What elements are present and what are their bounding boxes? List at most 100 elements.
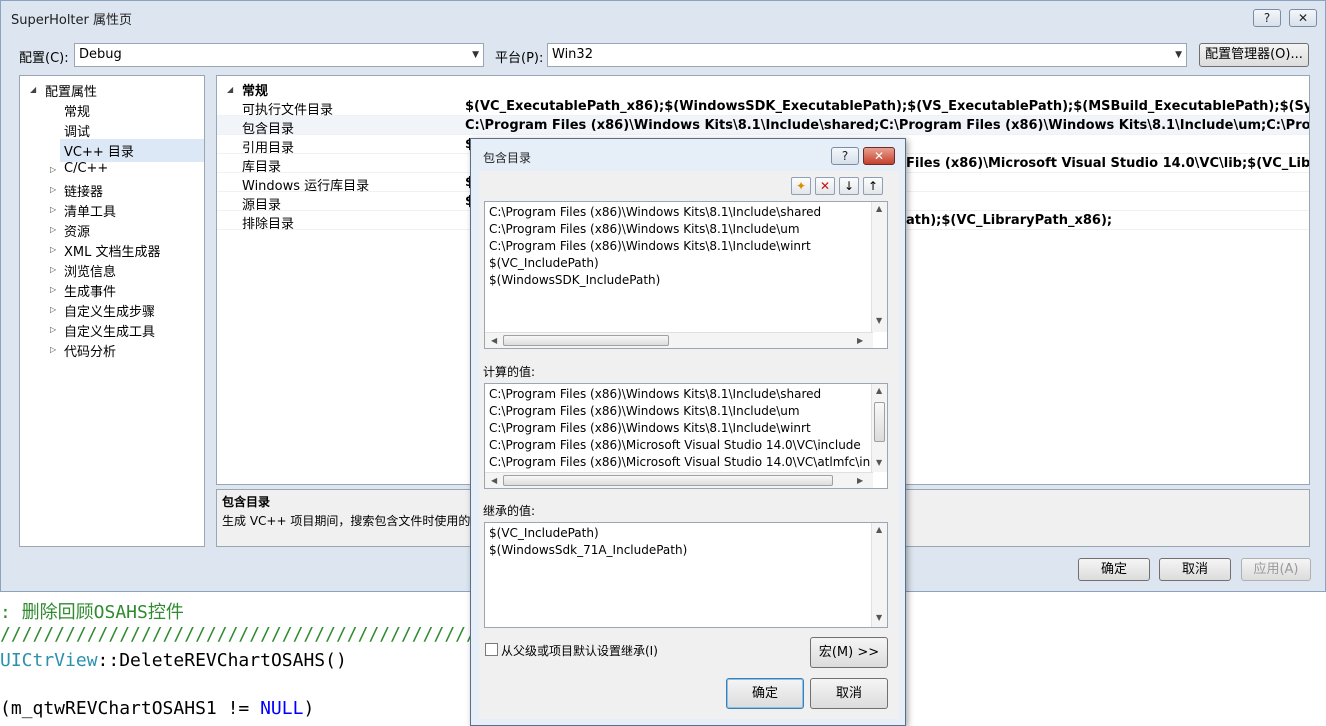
computed-label: 计算的值: [483, 365, 536, 379]
scroll-left-icon[interactable]: ◀ [491, 476, 497, 485]
code-function-name: ::DeleteREVChartOSAHS() [97, 650, 347, 671]
collapsed-triangle-icon[interactable]: ▷ [50, 225, 56, 234]
move-down-icon[interactable]: ↓ [839, 177, 859, 195]
expanded-triangle-icon[interactable]: ◢ [30, 85, 36, 94]
inherit-checkbox[interactable] [485, 643, 498, 656]
dialog-title: 包含目录 [483, 151, 532, 165]
scroll-down-icon[interactable]: ▼ [876, 613, 882, 622]
scroll-down-icon[interactable]: ▼ [876, 458, 882, 467]
include-dir-dialog: 包含目录 ? ✕ ✦ ✕ ↓ ↑ C:\Program Files (x86)\… [470, 138, 906, 726]
computed-entry: C:\Program Files (x86)\Microsoft Visual … [489, 438, 861, 452]
chevron-down-icon: ▼ [1175, 50, 1182, 60]
collapsed-triangle-icon[interactable]: ▷ [50, 305, 56, 314]
platform-value: Win32 [552, 47, 593, 62]
tree-root[interactable]: 配置属性 [45, 81, 97, 100]
platform-combo[interactable]: Win32 ▼ [547, 43, 1187, 67]
tree-item-general[interactable]: 常规 [64, 101, 90, 120]
scroll-up-icon[interactable]: ▲ [876, 204, 882, 213]
dialog-body: ✦ ✕ ↓ ↑ C:\Program Files (x86)\Windows K… [479, 171, 899, 719]
inherit-checkbox-label[interactable]: 从父级或项目默认设置继承(I) [501, 642, 658, 659]
grid-row-value: ath);$(VC_LibraryPath_x86); [906, 213, 1113, 228]
inherited-values: $(VC_IncludePath) $(WindowsSdk_71A_Inclu… [484, 522, 888, 628]
description-text: 生成 VC++ 项目期间，搜索包含文件时使用的路 [222, 514, 483, 528]
collapsed-triangle-icon[interactable]: ▷ [50, 265, 56, 274]
collapsed-triangle-icon[interactable]: ▷ [50, 245, 56, 254]
close-button[interactable]: ✕ [1289, 9, 1317, 27]
grid-row-value: C:\Program Files (x86)\Windows Kits\8.1\… [465, 118, 1310, 133]
grid-row-value: $(VC_ExecutablePath_x86);$(WindowsSDK_Ex… [465, 99, 1309, 114]
dialog-close-button[interactable]: ✕ [863, 147, 895, 165]
collapsed-triangle-icon[interactable]: ▷ [50, 205, 56, 214]
config-manager-button[interactable]: 配置管理器(O)... [1199, 43, 1309, 67]
code-condition-text: (m_qtwREVChartOSAHS1 != [0, 698, 261, 719]
expanded-triangle-icon[interactable]: ◢ [227, 85, 233, 94]
move-up-icon[interactable]: ↑ [863, 177, 883, 195]
cancel-button[interactable]: 取消 [1159, 558, 1231, 581]
delete-icon[interactable]: ✕ [815, 177, 835, 195]
apply-button[interactable]: 应用(A) [1241, 558, 1311, 581]
code-slash-line: ////////////////////////////////////////… [0, 624, 521, 645]
collapsed-triangle-icon[interactable]: ▷ [50, 165, 56, 174]
scroll-thumb[interactable] [503, 475, 833, 486]
computed-entry: C:\Program Files (x86)\Windows Kits\8.1\… [489, 404, 800, 418]
scroll-left-icon[interactable]: ◀ [491, 336, 497, 345]
vertical-scrollbar[interactable]: ▲ ▼ [871, 523, 887, 627]
scroll-right-icon[interactable]: ▶ [857, 336, 863, 345]
dialog-help-button[interactable]: ? [831, 147, 859, 165]
include-entry[interactable]: C:\Program Files (x86)\Windows Kits\8.1\… [489, 205, 821, 219]
tree-item-browse[interactable]: 浏览信息 [64, 261, 116, 280]
scroll-up-icon[interactable]: ▲ [876, 525, 882, 534]
tree-item-resources[interactable]: 资源 [64, 221, 90, 240]
tree-item-xml-doc[interactable]: XML 文档生成器 [64, 241, 161, 260]
scroll-down-icon[interactable]: ▼ [876, 316, 882, 325]
tree-item-cpp[interactable]: C/C++ [64, 161, 108, 176]
inherited-entry: $(WindowsSdk_71A_IncludePath) [489, 543, 688, 557]
description-title: 包含目录 [222, 495, 271, 509]
include-entry[interactable]: C:\Program Files (x86)\Windows Kits\8.1\… [489, 239, 811, 253]
ok-button[interactable]: 确定 [1078, 558, 1150, 581]
scroll-thumb[interactable] [503, 335, 669, 346]
tree-item-code-analysis[interactable]: 代码分析 [64, 341, 116, 360]
grid-row-selected[interactable]: 包含目录 C:\Program Files (x86)\Windows Kits… [217, 116, 1310, 137]
collapsed-triangle-icon[interactable]: ▷ [50, 285, 56, 294]
tree-item-build-events[interactable]: 生成事件 [64, 281, 116, 300]
tree-item-debugging[interactable]: 调试 [64, 121, 90, 140]
tree-item-vc-directories[interactable]: VC++ 目录 [60, 139, 204, 162]
macro-button[interactable]: 宏(M) >> [810, 637, 888, 668]
grid-row[interactable]: 可执行文件目录 $(VC_ExecutablePath_x86);$(Windo… [217, 97, 1309, 118]
dialog-ok-button[interactable]: 确定 [726, 678, 804, 709]
scroll-up-icon[interactable]: ▲ [876, 386, 882, 395]
tree-item-custom-tool[interactable]: 自定义生成工具 [64, 321, 155, 340]
code-condition-end: ) [303, 698, 315, 719]
code-null-keyword: NULL [260, 698, 304, 719]
horizontal-scrollbar[interactable]: ◀ ▶ [485, 332, 873, 348]
code-function-line: UICtrView::DeleteREVChartOSAHS() [0, 650, 347, 671]
inherited-entry: $(VC_IncludePath) [489, 526, 599, 540]
new-folder-icon[interactable]: ✦ [791, 177, 811, 195]
include-entry[interactable]: $(VC_IncludePath) [489, 256, 599, 270]
tree-item-manifest[interactable]: 清单工具 [64, 201, 116, 220]
scroll-thumb[interactable] [874, 402, 885, 442]
tree-item-custom-step[interactable]: 自定义生成步骤 [64, 301, 155, 320]
collapsed-triangle-icon[interactable]: ▷ [50, 325, 56, 334]
include-entry[interactable]: $(WindowsSDK_IncludePath) [489, 273, 660, 287]
computed-entry: C:\Program Files (x86)\Windows Kits\8.1\… [489, 387, 822, 401]
scroll-right-icon[interactable]: ▶ [857, 476, 863, 485]
config-value: Debug [79, 47, 122, 62]
include-dir-editor[interactable]: C:\Program Files (x86)\Windows Kits\8.1\… [484, 201, 888, 349]
code-class-name: UICtrView [0, 650, 98, 671]
horizontal-scrollbar[interactable]: ◀ ▶ [485, 472, 873, 488]
help-button[interactable]: ? [1253, 9, 1281, 27]
dialog-cancel-button[interactable]: 取消 [810, 678, 888, 709]
code-condition-line: (m_qtwREVChartOSAHS1 != NULL) [0, 698, 314, 719]
tree-item-linker[interactable]: 链接器 [64, 181, 103, 200]
grid-row-name: 排除目录 [242, 217, 295, 232]
property-tree[interactable]: ◢ 配置属性 常规 调试 VC++ 目录 ▷ C/C++ ▷ 链接器 ▷ 清单工… [19, 75, 205, 547]
config-combo[interactable]: Debug ▼ [74, 43, 484, 67]
vertical-scrollbar[interactable]: ▲ ▼ [871, 202, 887, 332]
collapsed-triangle-icon[interactable]: ▷ [50, 185, 56, 194]
vertical-scrollbar[interactable]: ▲ ▼ [871, 384, 887, 472]
code-comment-line: : 删除回顾OSAHS控件 [0, 602, 184, 623]
include-entry[interactable]: C:\Program Files (x86)\Windows Kits\8.1\… [489, 222, 800, 236]
collapsed-triangle-icon[interactable]: ▷ [50, 345, 56, 354]
